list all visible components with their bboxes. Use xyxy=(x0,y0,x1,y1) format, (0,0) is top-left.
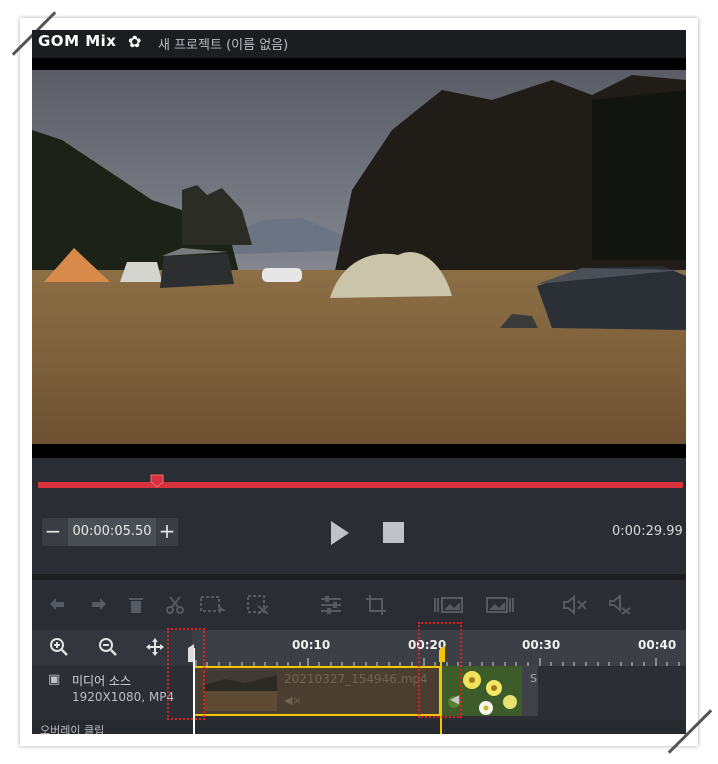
detach-audio-icon[interactable] xyxy=(608,594,634,616)
letterbox-bottom xyxy=(32,444,686,458)
overlay-track xyxy=(32,720,686,734)
zoom-out-icon[interactable] xyxy=(98,637,118,657)
freeze-frame-icon[interactable] xyxy=(434,596,464,614)
current-time-field[interactable]: 00:00:05.50 xyxy=(68,518,156,546)
adjust-icon[interactable] xyxy=(320,595,342,615)
next-clip-stub[interactable]: S xyxy=(522,666,538,716)
film-icon: ▣ xyxy=(48,672,61,687)
annotation-box-start xyxy=(167,628,205,720)
split-icon[interactable] xyxy=(246,594,270,616)
seek-area xyxy=(32,458,686,498)
stop-icon[interactable] xyxy=(383,522,404,543)
clip-mute-icon: ◀× xyxy=(284,694,302,707)
undo-icon[interactable] xyxy=(48,596,68,614)
redo-icon[interactable] xyxy=(88,596,108,614)
delete-icon[interactable] xyxy=(127,595,145,615)
overlay-label: 오버레이 클립 xyxy=(40,724,105,734)
preview-frame-image xyxy=(32,70,686,444)
gear-icon[interactable]: ✿ xyxy=(128,32,141,51)
clip-thumbnail xyxy=(205,671,277,711)
annotation-box-end xyxy=(418,622,462,718)
cut-icon[interactable] xyxy=(165,595,185,615)
track-format: 1920X1080, MP4 xyxy=(72,690,175,704)
ruler-label: 00:40 xyxy=(638,638,677,652)
seek-bar[interactable] xyxy=(38,482,683,488)
mute-icon[interactable] xyxy=(562,595,588,615)
seek-knob[interactable] xyxy=(150,474,164,488)
zoom-in-icon[interactable] xyxy=(49,637,69,657)
title-bar: GOM Mix ✿ 새 프로젝트 (이름 없음) xyxy=(32,30,686,58)
time-minus-button[interactable]: − xyxy=(42,518,64,546)
image-icon[interactable] xyxy=(486,596,514,614)
ruler-label: 00:10 xyxy=(292,638,331,652)
clip-filename: 20210327_154946.mp4 xyxy=(284,672,428,686)
ruler-label: 00:30 xyxy=(522,638,561,652)
video-preview[interactable] xyxy=(32,70,686,444)
move-icon[interactable] xyxy=(145,637,165,657)
track-label: 미디어 소스 xyxy=(72,674,132,688)
time-stepper[interactable]: − 00:00:05.50 + xyxy=(42,518,178,546)
next-clip-label: S xyxy=(530,672,537,685)
crop-icon[interactable] xyxy=(365,594,387,616)
select-icon[interactable] xyxy=(200,595,228,615)
letterbox-top xyxy=(32,58,686,70)
app-logo: GOM Mix xyxy=(38,32,117,50)
total-duration: 0:00:29.99 xyxy=(612,524,683,539)
time-plus-button[interactable]: + xyxy=(156,518,178,546)
project-title: 새 프로젝트 (이름 없음) xyxy=(158,38,289,53)
play-icon[interactable] xyxy=(329,520,351,546)
